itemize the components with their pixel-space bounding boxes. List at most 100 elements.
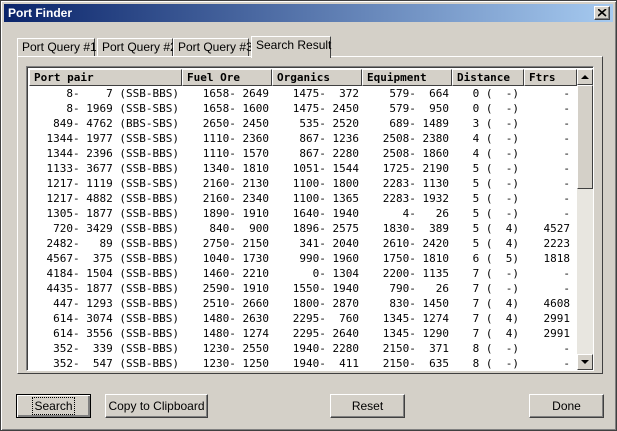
cell-ftrs: 1818	[543, 252, 571, 265]
cell-equipment: 1345- 1274	[382, 312, 449, 325]
cell-distance: 6 ( 5)	[472, 252, 519, 265]
cell-organics: 1475- 2450	[292, 102, 359, 115]
cell-ftrs: -	[563, 87, 570, 100]
cell-organics: 1800- 2870	[292, 297, 359, 310]
cell-equipment: 2508- 2380	[382, 132, 449, 145]
column-header-port-pair[interactable]: Port pair	[29, 69, 182, 86]
scroll-down-button[interactable]	[577, 354, 593, 370]
table-row[interactable]: 1133- 3677 (SSB-BBS) 1340- 1810 1051- 1544…	[29, 161, 577, 176]
cell-organics: 1550- 1940	[292, 282, 359, 295]
cell-fuel-ore: 2160- 2340	[202, 192, 269, 205]
cell-port-pair: 720- 3429 (SSB-BBS)	[46, 222, 179, 235]
results-list[interactable]: Port pair Fuel Ore Organics Equipment Di…	[26, 66, 594, 371]
cell-port-pair: 1344- 1977 (SSB-SBS)	[46, 132, 179, 145]
close-button[interactable]	[594, 6, 610, 20]
title-bar[interactable]: Port Finder	[4, 4, 613, 22]
window-title: Port Finder	[8, 6, 73, 20]
column-header-organics[interactable]: Organics	[272, 69, 362, 86]
cell-distance: 5 ( -)	[472, 192, 519, 205]
cell-distance: 8 ( -)	[472, 357, 519, 370]
table-row[interactable]: 614- 3074 (SSB-BBS) 1480- 2630 2295- 760 13…	[29, 311, 577, 326]
cell-fuel-ore: 840- 900	[202, 222, 269, 235]
cell-ftrs: -	[563, 207, 570, 220]
table-row[interactable]: 1305- 1877 (SSB-BBS) 1890- 1910 1640- 1940…	[29, 206, 577, 221]
column-header-ftrs[interactable]: Ftrs	[524, 69, 577, 86]
table-row[interactable]: 1344- 1977 (SSB-SBS) 1110- 2360 867- 1236…	[29, 131, 577, 146]
search-button-label: Search	[32, 397, 75, 415]
cell-port-pair: 1217- 1119 (SSB-SBS)	[46, 177, 179, 190]
table-row[interactable]: 447- 1293 (SSB-BBS) 2510- 2660 1800- 2870 …	[29, 296, 577, 311]
table-row[interactable]: 4435- 1877 (SSB-BBS) 2590- 1910 1550- 1940…	[29, 281, 577, 296]
cell-equipment: 790- 26	[382, 282, 449, 295]
cell-equipment: 2150- 371	[382, 342, 449, 355]
table-row[interactable]: 720- 3429 (SSB-BBS) 840- 900 1896- 2575 18…	[29, 221, 577, 236]
done-button[interactable]: Done	[529, 394, 604, 418]
cell-distance: 0 ( -)	[472, 87, 519, 100]
cell-fuel-ore: 2510- 2660	[202, 297, 269, 310]
cell-port-pair: 4184- 1504 (SSB-BBS)	[46, 267, 179, 280]
cell-distance: 5 ( -)	[472, 162, 519, 175]
scroll-up-button[interactable]	[577, 69, 593, 85]
cell-organics: 990- 1960	[292, 252, 359, 265]
cell-organics: 1896- 2575	[292, 222, 359, 235]
table-row[interactable]: 2482- 89 (SSB-BBS) 2750- 2150 341- 2040 26…	[29, 236, 577, 251]
table-row[interactable]: 8- 1969 (SSB-SBS) 1658- 1600 1475- 2450 57…	[29, 101, 577, 116]
vertical-scrollbar[interactable]	[577, 69, 593, 370]
cell-organics: 1940- 2280	[292, 342, 359, 355]
reset-button[interactable]: Reset	[330, 394, 405, 418]
cell-distance: 4 ( -)	[472, 132, 519, 145]
column-header-fuel-ore[interactable]: Fuel Ore	[182, 69, 272, 86]
cell-equipment: 830- 1450	[382, 297, 449, 310]
cell-equipment: 2283- 1130	[382, 177, 449, 190]
cell-port-pair: 352- 339 (SSB-BBS)	[46, 342, 179, 355]
cell-ftrs: 4527	[543, 222, 571, 235]
cell-ftrs: 2223	[543, 237, 571, 250]
column-header-distance[interactable]: Distance	[452, 69, 524, 86]
cell-equipment: 1725- 2190	[382, 162, 449, 175]
cell-ftrs: -	[563, 147, 570, 160]
cell-equipment: 2200- 1135	[382, 267, 449, 280]
cell-ftrs: -	[563, 342, 570, 355]
close-icon	[598, 9, 607, 17]
cell-fuel-ore: 2750- 2150	[202, 237, 269, 250]
table-row[interactable]: 8- 7 (SSB-BBS) 1658- 2649 1475- 372 579- 6…	[29, 86, 577, 101]
table-row[interactable]: 849- 4762 (BBS-SBS) 2650- 2450 535- 2520 …	[29, 116, 577, 131]
tab-search-result[interactable]: Search Result	[251, 36, 331, 58]
cell-fuel-ore: 1658- 1600	[202, 102, 269, 115]
table-row[interactable]: 352- 547 (SSB-BBS) 1230- 1250 1940- 411 215…	[29, 356, 577, 370]
cell-port-pair: 8- 1969 (SSB-SBS)	[46, 102, 179, 115]
table-row[interactable]: 1217- 4882 (SSB-BBS) 2160- 2340 1100- 1365…	[29, 191, 577, 206]
cell-fuel-ore: 1658- 2649	[202, 87, 269, 100]
cell-port-pair: 4435- 1877 (SSB-BBS)	[46, 282, 179, 295]
cell-port-pair: 1305- 1877 (SSB-BBS)	[46, 207, 179, 220]
table-row[interactable]: 4567- 375 (SSB-BBS) 1040- 1730 990- 1960 1…	[29, 251, 577, 266]
cell-distance: 7 ( -)	[472, 267, 519, 280]
column-header-equipment[interactable]: Equipment	[362, 69, 452, 86]
tab-port-query-1[interactable]: Port Query #1	[17, 38, 97, 57]
cell-organics: 1051- 1544	[292, 162, 359, 175]
tab-port-query-2[interactable]: Port Query #2	[97, 38, 177, 57]
cell-fuel-ore: 1110- 2360	[202, 132, 269, 145]
tab-port-query-3[interactable]: Port Query #3	[173, 38, 253, 57]
search-button[interactable]: Search	[16, 394, 91, 418]
copy-to-clipboard-button[interactable]: Copy to Clipboard	[105, 394, 208, 418]
cell-equipment: 1750- 1810	[382, 252, 449, 265]
table-row[interactable]: 1344- 2396 (SSB-BBS) 1110- 1570 867- 2280…	[29, 146, 577, 161]
cell-equipment: 1830- 389	[382, 222, 449, 235]
cell-fuel-ore: 2160- 2130	[202, 177, 269, 190]
cell-fuel-ore: 1040- 1730	[202, 252, 269, 265]
table-row[interactable]: 4184- 1504 (SSB-BBS) 1460- 2210 0- 1304 22…	[29, 266, 577, 281]
table-row[interactable]: 352- 339 (SSB-BBS) 1230- 2550 1940- 2280 21…	[29, 341, 577, 356]
cell-organics: 535- 2520	[292, 117, 359, 130]
cell-ftrs: 2991	[543, 327, 571, 340]
cell-fuel-ore: 1230- 1250	[202, 357, 269, 370]
arrow-down-icon	[581, 360, 589, 364]
table-row[interactable]: 614- 3556 (SSB-BBS) 1480- 1274 2295- 2640 1…	[29, 326, 577, 341]
scroll-thumb[interactable]	[577, 85, 593, 189]
cell-port-pair: 614- 3074 (SSB-BBS)	[46, 312, 179, 325]
table-row[interactable]: 1217- 1119 (SSB-SBS) 2160- 2130 1100- 1800…	[29, 176, 577, 191]
cell-fuel-ore: 1460- 2210	[202, 267, 269, 280]
cell-ftrs: 2991	[543, 312, 571, 325]
cell-fuel-ore: 1480- 1274	[202, 327, 269, 340]
cell-equipment: 2150- 635	[382, 357, 449, 370]
